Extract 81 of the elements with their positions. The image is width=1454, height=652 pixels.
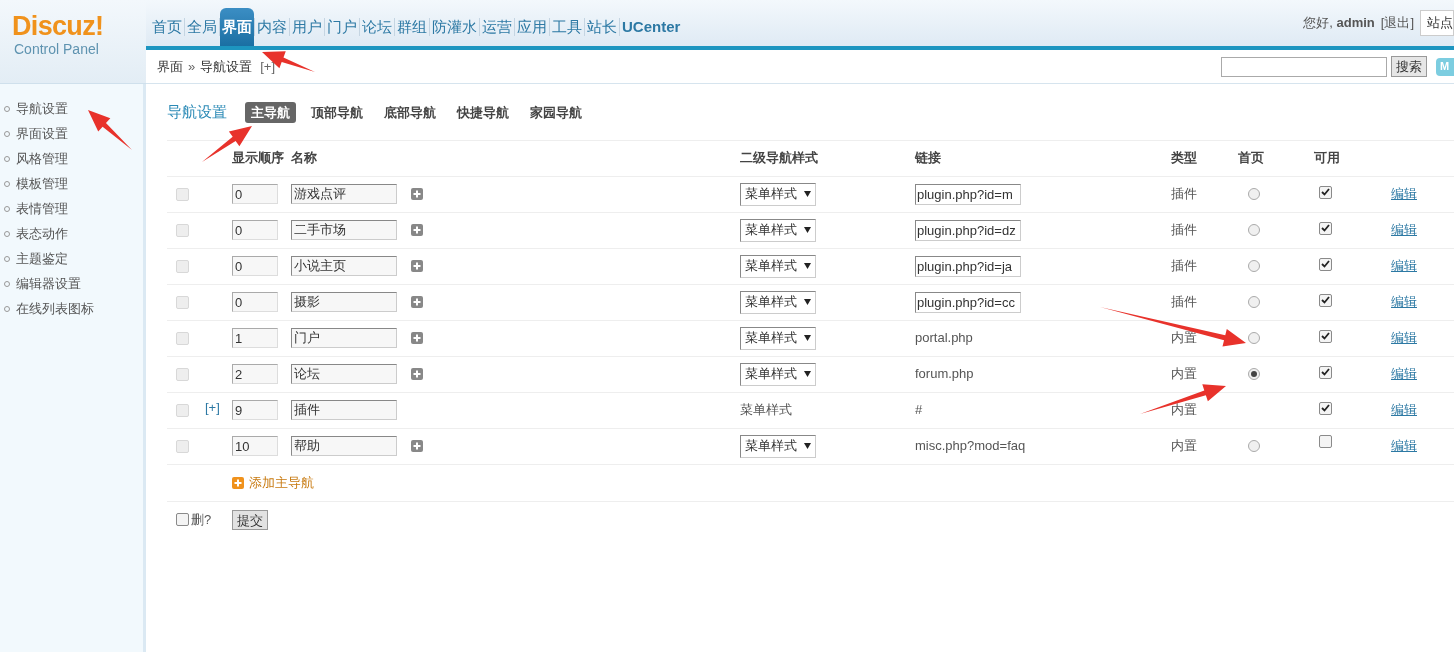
sidebar-item[interactable]: 表态动作 [16,223,68,244]
nav-tab[interactable]: 内容 [255,8,289,46]
annotation-arrow [262,51,315,72]
dropdown-caret-icon [804,299,811,305]
link-text: portal.php [915,330,973,346]
type-text: 内置 [1171,401,1198,420]
link-text: misc.php?mod=faq [915,438,1026,454]
nav-tab[interactable]: 应用 [515,8,549,46]
search-button[interactable]: 搜索 [1391,56,1427,77]
checkmark-icon [1321,332,1330,341]
nav-tab[interactable]: 界面 [220,8,254,46]
breadcrumb-section[interactable]: 界面 [157,56,183,77]
breadcrumb-page: 导航设置 [200,57,253,76]
add-link[interactable]: [+] [260,56,276,77]
logo-subtitle: Control Panel [13,40,100,58]
add-icon[interactable] [232,476,244,489]
submit-button[interactable]: 提交 [232,509,269,530]
sidebar-item[interactable]: 风格管理 [16,148,68,169]
logout-link[interactable]: [退出] [1380,13,1414,33]
nav-tab[interactable]: 用户 [290,8,324,46]
link-text: forum.php [915,366,974,382]
column-header: 名称 [291,149,318,168]
type-text: 内置 [1171,329,1198,348]
column-header: 二级导航样式 [740,149,819,168]
nav-tab[interactable]: 首页 [150,8,184,46]
nav-tab[interactable]: 防灌水 [430,8,479,46]
sidebar-item[interactable]: 表情管理 [16,198,68,219]
logo-title: Discuz! [12,12,105,40]
breadcrumb-separator: » [188,57,196,76]
sidebar-item[interactable]: 导航设置 [16,98,68,119]
type-text: 插件 [1171,257,1198,276]
nav-tab[interactable]: 工具 [550,8,584,46]
checkmark-icon [1321,188,1330,197]
sub-tab[interactable]: 主导航 [245,101,296,123]
style-text: 菜单样式 [740,402,792,418]
column-header: 显示顺序 [231,149,285,168]
greeting-text: 您好, admin [1303,14,1375,33]
sidebar-item[interactable]: 在线列表图标 [16,298,94,319]
delete-label: 删? [191,510,212,529]
sub-tab[interactable]: 底部导航 [378,101,442,123]
nav-tab[interactable]: 论坛 [360,8,394,46]
column-header: 可用 [1314,149,1341,168]
checkmark-icon [1321,404,1330,413]
checkmark-icon [1321,296,1330,305]
dropdown-caret-icon [804,227,811,233]
dropdown-caret-icon [804,443,811,449]
annotation-arrow [88,110,132,150]
type-text: 内置 [1171,365,1198,384]
nav-tab[interactable]: 群组 [395,8,429,46]
nav-tab[interactable]: 门户 [325,8,359,46]
checkmark-icon [1321,368,1330,377]
sub-tab[interactable]: 快捷导航 [451,101,515,123]
nav-tab[interactable]: UCenter [620,8,683,46]
checkmark-icon [1321,260,1330,269]
add-main-nav-link[interactable]: 添加主导航 [249,472,314,493]
type-text: 插件 [1171,221,1198,240]
link-text: # [915,402,923,418]
column-header: 链接 [915,149,942,168]
sidebar-item[interactable]: 编辑器设置 [16,273,81,294]
delete-checkbox[interactable] [176,513,189,526]
sidebar-item[interactable]: 界面设置 [16,123,68,144]
dropdown-caret-icon [804,191,811,197]
dropdown-caret-icon [804,335,811,341]
sub-tab[interactable]: 家园导航 [524,101,588,123]
type-text: 插件 [1171,185,1198,204]
dropdown-caret-icon [804,263,811,269]
dropdown-caret-icon [804,371,811,377]
sidebar-item[interactable]: 模板管理 [16,173,68,194]
site-field[interactable]: 站点 [1420,10,1454,36]
page-heading: 导航设置 [167,102,227,122]
type-text: 插件 [1171,293,1198,312]
type-text: 内置 [1171,437,1198,456]
sidebar-item[interactable]: 主题鉴定 [16,248,68,269]
nav-tab[interactable]: 全局 [185,8,219,46]
column-header: 首页 [1238,149,1265,168]
search-field[interactable] [1221,56,1387,77]
checkmark-icon [1321,224,1330,233]
column-header: 类型 [1171,149,1198,168]
nav-tab[interactable]: 站长 [585,8,619,46]
sub-tab[interactable]: 顶部导航 [305,101,369,123]
nav-tab[interactable]: 运营 [480,8,514,46]
